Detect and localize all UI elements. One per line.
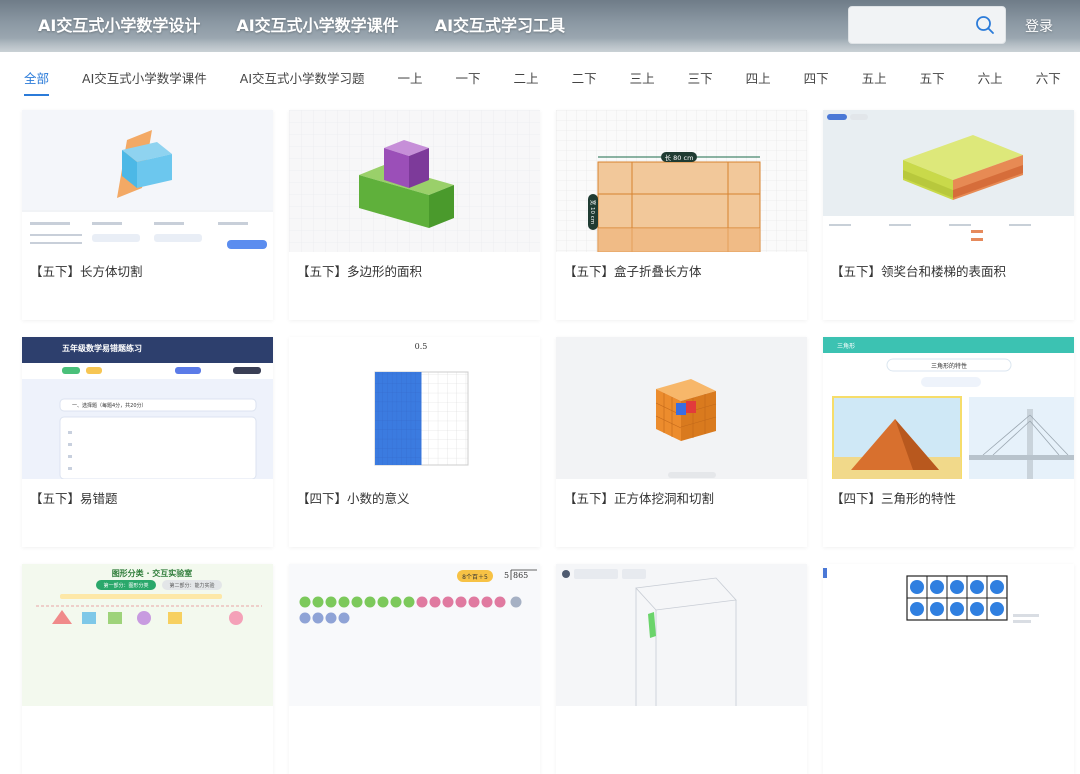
place-value-badge: 8个百＋5 <box>462 574 488 581</box>
card-thumbnail: 三角形 三角形的特性 <box>823 337 1074 479</box>
tag-label: 三角形 <box>837 342 855 350</box>
course-card[interactable]: 【五下】领奖台和楼梯的表面积 <box>823 110 1074 320</box>
course-card[interactable]: 8个百＋5 5 865 <box>289 564 540 774</box>
lab-part2: 第二部分：能力实验 <box>169 582 214 589</box>
search-input[interactable] <box>849 7 969 43</box>
tab-all[interactable]: 全部 <box>24 70 50 96</box>
course-card[interactable]: 长 80 cm 宽 10 cm 【五下】盒子折叠长方体 <box>556 110 807 320</box>
card-thumbnail <box>289 110 540 252</box>
tab-grade1-down[interactable]: 一下 <box>456 70 481 94</box>
card-title: 【五下】正方体挖洞和切割 <box>564 491 715 506</box>
exercise-section: 一、选择题（每题4分，共20分） <box>72 402 147 409</box>
decimal-value: 0.5 <box>415 342 428 351</box>
card-thumbnail: 五年级数学易错题练习 一、选择题（每题4分，共20分） <box>22 337 273 479</box>
tab-grade5-up[interactable]: 五上 <box>862 70 887 94</box>
course-card[interactable]: 0.5 【四下】小数的意义 <box>289 337 540 547</box>
course-card[interactable]: 【五下】长方体切割 <box>22 110 273 320</box>
card-thumbnail: 8个百＋5 5 865 <box>289 564 540 706</box>
course-card[interactable]: 三角形 三角形的特性 【四下】三角形的特性 <box>823 337 1074 547</box>
tab-grade4-up[interactable]: 四上 <box>746 70 771 94</box>
card-title: 【四下】小数的意义 <box>297 491 410 506</box>
nav-link-design[interactable]: AI交互式小学数学设计 <box>38 12 200 36</box>
card-title: 【五下】多边形的面积 <box>297 264 423 279</box>
dividend: 865 <box>513 571 528 580</box>
login-link[interactable]: 登录 <box>1025 16 1053 36</box>
divisor: 5 <box>504 571 509 580</box>
tab-grade6-down[interactable]: 六下 <box>1036 70 1061 94</box>
card-title: 【五下】盒子折叠长方体 <box>564 264 702 279</box>
card-title: 【五下】易错题 <box>30 491 118 506</box>
lab-heading: 图形分类 · 交互实验室 <box>112 568 193 578</box>
width-label: 宽 10 cm <box>589 200 597 224</box>
card-thumbnail: 长 80 cm 宽 10 cm <box>556 110 807 252</box>
course-card[interactable]: 【五下】多边形的面积 <box>289 110 540 320</box>
tab-grade1-up[interactable]: 一上 <box>398 70 423 94</box>
course-card[interactable]: 【五下】正方体挖洞和切割 <box>556 337 807 547</box>
card-thumbnail <box>823 110 1074 252</box>
tab-grade5-down[interactable]: 五下 <box>920 70 945 94</box>
course-card[interactable]: 图形分类 · 交互实验室 第一部分：图形分类 第二部分：能力实验 <box>22 564 273 774</box>
top-header: AI交互式小学数学设计 AI交互式小学数学课件 AI交互式学习工具 登录 <box>0 0 1080 52</box>
tab-grade2-down[interactable]: 二下 <box>572 70 597 94</box>
exercise-heading: 五年级数学易错题练习 <box>62 343 142 353</box>
length-label: 长 80 cm <box>665 153 694 162</box>
tab-grade4-down[interactable]: 四下 <box>804 70 829 94</box>
course-card[interactable] <box>556 564 807 774</box>
card-thumbnail <box>823 564 1074 706</box>
nav-link-tools[interactable]: AI交互式学习工具 <box>435 12 565 36</box>
tab-exercises[interactable]: AI交互式小学数学习题 <box>240 70 365 94</box>
category-tabs: 全部 AI交互式小学数学课件 AI交互式小学数学习题 一上 一下 二上 二下 三… <box>24 70 1080 100</box>
tab-grade3-up[interactable]: 三上 <box>630 70 655 94</box>
main-nav: AI交互式小学数学设计 AI交互式小学数学课件 AI交互式学习工具 <box>26 12 589 36</box>
course-card[interactable]: 五年级数学易错题练习 一、选择题（每题4分，共20分） 【五下】易错题 <box>22 337 273 547</box>
card-thumbnail <box>556 564 807 706</box>
tab-grade2-up[interactable]: 二上 <box>514 70 539 94</box>
card-title: 【五下】长方体切割 <box>30 264 143 279</box>
card-thumbnail: 图形分类 · 交互实验室 第一部分：图形分类 第二部分：能力实验 <box>22 564 273 706</box>
card-thumbnail <box>556 337 807 479</box>
tab-grade3-down[interactable]: 三下 <box>688 70 713 94</box>
card-title: 【五下】领奖台和楼梯的表面积 <box>831 264 1007 279</box>
card-title: 【四下】三角形的特性 <box>831 491 957 506</box>
card-thumbnail: 0.5 <box>289 337 540 479</box>
nav-link-courseware[interactable]: AI交互式小学数学课件 <box>236 12 398 36</box>
tab-grade6-up[interactable]: 六上 <box>978 70 1003 94</box>
lesson-heading: 三角形的特性 <box>931 362 967 370</box>
course-card[interactable] <box>823 564 1074 774</box>
search-box <box>848 6 1006 44</box>
card-thumbnail <box>22 110 273 252</box>
search-icon[interactable] <box>975 15 995 35</box>
lab-part1: 第一部分：图形分类 <box>103 582 148 589</box>
tab-courseware[interactable]: AI交互式小学数学课件 <box>82 70 207 94</box>
